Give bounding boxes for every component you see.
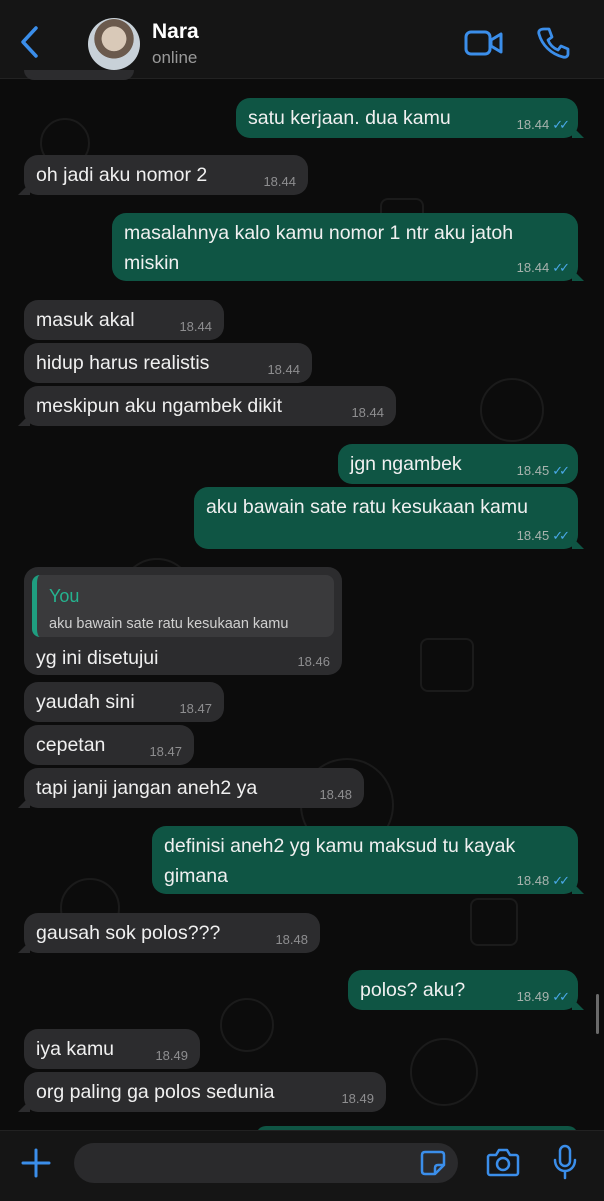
message-time: 18.48 bbox=[275, 932, 308, 947]
back-chevron-icon[interactable] bbox=[16, 24, 46, 60]
video-call-icon[interactable] bbox=[464, 26, 504, 60]
message-composer bbox=[0, 1130, 604, 1201]
quoted-author: You bbox=[49, 586, 80, 606]
message-bubble-incoming[interactable]: org paling ga polos sedunia 18.49 bbox=[18, 1072, 386, 1112]
message-text: tapi janji jangan aneh2 ya bbox=[36, 777, 258, 799]
quoted-message[interactable]: You aku bawain sate ratu kesukaan kamu bbox=[32, 575, 334, 637]
message-bubble-incoming[interactable]: iya kamu 18.49 bbox=[24, 1029, 200, 1069]
message-time: 18.49 bbox=[516, 989, 550, 1004]
bubble-tail bbox=[572, 537, 584, 549]
message-bubble-incoming-reply[interactable]: You aku bawain sate ratu kesukaan kamu y… bbox=[24, 567, 342, 675]
message-time: 18.45 bbox=[516, 528, 550, 543]
wallpaper-doodle bbox=[480, 378, 544, 442]
read-receipt-icon: ✓✓ bbox=[552, 528, 570, 543]
bubble-tail bbox=[572, 998, 584, 1010]
message-time: 18.49 bbox=[155, 1048, 188, 1063]
message-bubble-incoming[interactable]: tapi janji jangan aneh2 ya 18.48 bbox=[18, 768, 364, 808]
message-time: 18.48 bbox=[319, 787, 352, 802]
camera-icon[interactable] bbox=[486, 1147, 520, 1177]
message-time: 18.48 bbox=[516, 873, 550, 888]
message-meta: 18.44 ✓✓ bbox=[516, 117, 570, 132]
message-time: 18.44 bbox=[516, 117, 550, 132]
bubble-tail bbox=[572, 882, 584, 894]
message-bubble-incoming[interactable]: gausah sok polos??? 18.48 bbox=[18, 913, 320, 953]
message-text: org paling ga polos sedunia bbox=[36, 1081, 275, 1103]
message-text: oh jadi aku nomor 2 bbox=[36, 164, 208, 186]
message-bubble-incoming[interactable]: oh jadi aku nomor 2 18.44 bbox=[18, 155, 308, 195]
wallpaper-doodle bbox=[420, 638, 474, 692]
read-receipt-icon: ✓✓ bbox=[552, 117, 570, 132]
message-text: miskin bbox=[124, 252, 180, 274]
message-bubble-outgoing[interactable]: definisi aneh2 yg kamu maksud tu kayak g… bbox=[152, 826, 584, 894]
message-bubble-incoming[interactable]: meskipun aku ngambek dikit 18.44 bbox=[18, 386, 396, 426]
message-bubble-incoming[interactable]: yaudah sini 18.47 bbox=[24, 682, 224, 722]
message-bubble-outgoing[interactable]: polos? aku? 18.49 ✓✓ bbox=[348, 970, 584, 1010]
bubble-tail bbox=[18, 414, 30, 426]
phone-call-icon[interactable] bbox=[536, 26, 570, 60]
message-time: 18.47 bbox=[149, 744, 182, 759]
message-bubble-outgoing[interactable]: jgn ngambek 18.45 ✓✓ bbox=[338, 444, 578, 484]
message-input[interactable] bbox=[74, 1143, 458, 1183]
message-meta: 18.44 ✓✓ bbox=[516, 260, 570, 275]
bubble-tail bbox=[18, 941, 30, 953]
message-meta: 18.49 ✓✓ bbox=[516, 989, 570, 1004]
message-time: 18.44 bbox=[516, 260, 550, 275]
contact-name[interactable]: Nara bbox=[152, 20, 199, 44]
read-receipt-icon: ✓✓ bbox=[552, 260, 570, 275]
message-text: gimana bbox=[164, 865, 228, 887]
microphone-icon[interactable] bbox=[552, 1144, 578, 1180]
scrollbar[interactable] bbox=[596, 994, 599, 1034]
message-time: 18.44 bbox=[179, 319, 212, 334]
message-text: aku bawain sate ratu kesukaan kamu bbox=[206, 496, 528, 518]
message-text: definisi aneh2 yg kamu maksud tu kayak bbox=[164, 835, 516, 857]
read-receipt-icon: ✓✓ bbox=[552, 873, 570, 888]
message-meta: 18.45 ✓✓ bbox=[516, 463, 570, 478]
message-time: 18.46 bbox=[297, 654, 330, 669]
message-time: 18.49 bbox=[341, 1091, 374, 1106]
bubble-tail bbox=[18, 796, 30, 808]
message-text: yg ini disetujui bbox=[36, 647, 159, 669]
chat-header: Nara online bbox=[0, 0, 604, 79]
read-receipt-icon: ✓✓ bbox=[552, 463, 570, 478]
bubble-tail bbox=[572, 269, 584, 281]
message-meta: 18.48 ✓✓ bbox=[516, 873, 570, 888]
message-time: 18.44 bbox=[263, 174, 296, 189]
bubble-tail bbox=[18, 1100, 30, 1112]
message-bubble-incoming[interactable]: hidup harus realistis 18.44 bbox=[24, 343, 312, 383]
wallpaper-doodle bbox=[410, 1038, 478, 1106]
message-time: 18.44 bbox=[351, 405, 384, 420]
message-bubble-incoming[interactable]: cepetan 18.47 bbox=[24, 725, 194, 765]
wallpaper-doodle bbox=[220, 998, 274, 1052]
message-bubble-incoming[interactable]: masuk akal 18.44 bbox=[24, 300, 224, 340]
bubble-tail bbox=[18, 183, 30, 195]
contact-status: online bbox=[152, 48, 198, 67]
partial-message-bubble bbox=[24, 70, 134, 80]
message-meta: 18.45 ✓✓ bbox=[516, 528, 570, 543]
quoted-text: aku bawain sate ratu kesukaan kamu bbox=[49, 616, 289, 632]
message-bubble-outgoing[interactable]: satu kerjaan. dua kamu 18.44 ✓✓ bbox=[236, 98, 584, 138]
plus-icon[interactable] bbox=[20, 1147, 52, 1179]
read-receipt-icon: ✓✓ bbox=[552, 989, 570, 1004]
message-time: 18.45 bbox=[516, 463, 550, 478]
wallpaper-doodle bbox=[470, 898, 518, 946]
message-bubble-outgoing[interactable]: aku bawain sate ratu kesukaan kamu 18.45… bbox=[194, 487, 584, 549]
message-time: 18.47 bbox=[179, 701, 212, 716]
sticker-icon[interactable] bbox=[420, 1150, 446, 1176]
message-bubble-outgoing[interactable]: masalahnya kalo kamu nomor 1 ntr aku jat… bbox=[112, 213, 584, 281]
contact-avatar[interactable] bbox=[88, 18, 140, 70]
message-text: hidup harus realistis bbox=[36, 352, 210, 374]
message-time: 18.44 bbox=[267, 362, 300, 377]
message-text: masalahnya kalo kamu nomor 1 ntr aku jat… bbox=[124, 222, 514, 244]
message-text: gausah sok polos??? bbox=[36, 922, 221, 944]
bubble-tail bbox=[572, 126, 584, 138]
message-text: meskipun aku ngambek dikit bbox=[36, 395, 283, 417]
